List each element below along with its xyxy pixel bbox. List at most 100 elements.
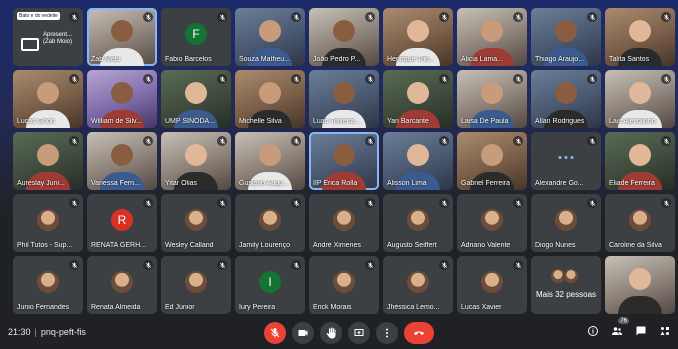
present-screen-icon xyxy=(21,38,39,51)
participant-video-person xyxy=(407,143,429,166)
participant-name: Lucas Xavier xyxy=(461,304,502,311)
participant-tile[interactable]: Talita Santos xyxy=(605,8,675,66)
participant-tile[interactable]: William de Silv... xyxy=(87,70,157,128)
participant-tile[interactable]: Alisson Lima xyxy=(383,132,453,190)
meeting-code[interactable]: pnq-peft-fis xyxy=(41,327,86,337)
participant-video-person xyxy=(629,267,651,290)
muted-mic-icon xyxy=(439,74,449,84)
muted-mic-icon xyxy=(587,198,597,208)
loading-dots-icon xyxy=(558,156,574,159)
avatar xyxy=(185,271,207,293)
participant-tile[interactable]: Zab Melo xyxy=(87,8,157,66)
participant-tile[interactable]: Michelle Silva xyxy=(235,70,305,128)
participant-tile[interactable]: Lucas Xavier xyxy=(457,256,527,314)
participant-name: Henrique Trin... xyxy=(387,56,435,63)
avatar-initial: I xyxy=(259,271,281,293)
participant-video-person xyxy=(259,143,281,166)
muted-mic-icon xyxy=(513,260,523,270)
participant-name: Gabriel Ferreira xyxy=(461,180,511,187)
muted-mic-icon xyxy=(661,198,671,208)
participant-tile[interactable]: André Ximenes xyxy=(309,194,379,252)
muted-mic-icon xyxy=(439,12,449,22)
participant-tile[interactable]: Eliade Ferreira xyxy=(605,132,675,190)
participant-name: Diogo Nunes xyxy=(535,242,576,249)
participant-tile[interactable]: Bato e do vedeite Apresent... (Zab Moio) xyxy=(13,8,83,66)
participant-video-person xyxy=(629,143,651,166)
participant-tile[interactable]: Jhéssica Lemo... xyxy=(383,256,453,314)
participant-tile[interactable]: UMP SINODA... xyxy=(161,70,231,128)
participant-name: William de Silv... xyxy=(91,118,142,125)
participant-tile[interactable]: Caroline da Silva xyxy=(605,194,675,252)
participant-tile[interactable]: Alicia Lama... xyxy=(457,8,527,66)
avatar xyxy=(407,209,429,231)
participant-tile[interactable]: Phil Tutos - Sup... xyxy=(13,194,83,252)
participant-tile[interactable]: Henrique Trin... xyxy=(383,8,453,66)
mic-button[interactable] xyxy=(264,322,286,344)
participant-tile[interactable]: Yitar Olias xyxy=(161,132,231,190)
camera-button[interactable] xyxy=(292,322,314,344)
participant-tile[interactable]: Vanessa Fern... xyxy=(87,132,157,190)
participant-tile[interactable]: Diogo Nunes xyxy=(531,194,601,252)
people-icon xyxy=(612,327,622,335)
participant-tile[interactable]: Adriano Valente xyxy=(457,194,527,252)
participant-tile[interactable]: Laisa De Paula xyxy=(457,70,527,128)
participant-tile[interactable]: Lucas Grion xyxy=(13,70,83,128)
participant-name: Jhéssica Lemo... xyxy=(387,304,440,311)
separator: | xyxy=(34,327,37,337)
info-button[interactable] xyxy=(586,324,600,338)
participant-tile[interactable]: IIP Erica Rolla xyxy=(309,132,379,190)
presentation-caption: Bato e do vedeite xyxy=(17,12,60,20)
participant-tile[interactable]: João Pedro P... xyxy=(309,8,379,66)
participant-name: Souza Matheu... xyxy=(239,56,290,63)
muted-mic-icon xyxy=(143,260,153,270)
participant-tile[interactable]: Souza Matheu... xyxy=(235,8,305,66)
raise-hand-button[interactable] xyxy=(320,322,342,344)
participant-tile[interactable]: Yan Barcante xyxy=(383,70,453,128)
avatar xyxy=(111,271,133,293)
muted-mic-icon xyxy=(587,136,597,146)
participant-tile[interactable]: Thiago Araujo... xyxy=(531,8,601,66)
muted-mic-icon xyxy=(69,74,79,84)
participant-tile[interactable]: Wesley Calland xyxy=(161,194,231,252)
participant-tile[interactable]: Gustavo Augu... xyxy=(235,132,305,190)
participant-tile[interactable]: Alexandre Go... xyxy=(531,132,601,190)
participant-tile[interactable]: Mais 32 pessoas xyxy=(531,256,601,314)
participant-video-person xyxy=(111,143,133,166)
leave-call-button[interactable] xyxy=(404,322,434,344)
participant-tile[interactable]: Junio Fernandes xyxy=(13,256,83,314)
participant-name: Yan Barcante xyxy=(387,118,429,125)
participant-tile[interactable]: I Iury Pereira xyxy=(235,256,305,314)
muted-mic-icon xyxy=(439,136,449,146)
participant-name: Renata Almeida xyxy=(91,304,141,311)
participant-tile[interactable]: Lais Ajevolinho xyxy=(605,70,675,128)
participant-tile[interactable]: Aureslay Juni... xyxy=(13,132,83,190)
participant-tile[interactable] xyxy=(605,256,675,314)
participant-tile[interactable]: Gabriel Ferreira xyxy=(457,132,527,190)
participant-tile[interactable]: Augusto Seiffert xyxy=(383,194,453,252)
more-options-button[interactable] xyxy=(376,322,398,344)
muted-mic-icon xyxy=(513,12,523,22)
participant-name: Fabio Barcelos xyxy=(165,56,212,63)
people-button[interactable]: 76 xyxy=(610,318,629,338)
present-button[interactable] xyxy=(348,322,370,344)
muted-mic-icon xyxy=(217,198,227,208)
participant-tile[interactable]: R RENATA GERH... xyxy=(87,194,157,252)
participant-video-person xyxy=(555,19,577,42)
participant-name: Iury Pereira xyxy=(239,304,276,311)
participant-tile[interactable]: Renata Almeida xyxy=(87,256,157,314)
participant-video-person xyxy=(333,19,355,42)
participant-tile[interactable]: Ed Júnior xyxy=(161,256,231,314)
participant-name: Thiago Araujo... xyxy=(535,56,585,63)
participant-tile[interactable]: Erick Morais xyxy=(309,256,379,314)
participant-tile[interactable]: Luan Teixeira... xyxy=(309,70,379,128)
activities-button[interactable] xyxy=(658,324,672,338)
participant-tile[interactable]: F Fabio Barcelos xyxy=(161,8,231,66)
participant-video-person xyxy=(111,81,133,104)
participant-name: Luan Teixeira... xyxy=(313,118,361,125)
participant-tile[interactable]: Jamily Lourenço xyxy=(235,194,305,252)
chat-button[interactable] xyxy=(634,324,648,338)
participant-name: Zab Melo xyxy=(91,56,121,63)
present-icon xyxy=(354,329,364,336)
muted-mic-icon xyxy=(217,260,227,270)
participant-tile[interactable]: Allan Rodrigues xyxy=(531,70,601,128)
